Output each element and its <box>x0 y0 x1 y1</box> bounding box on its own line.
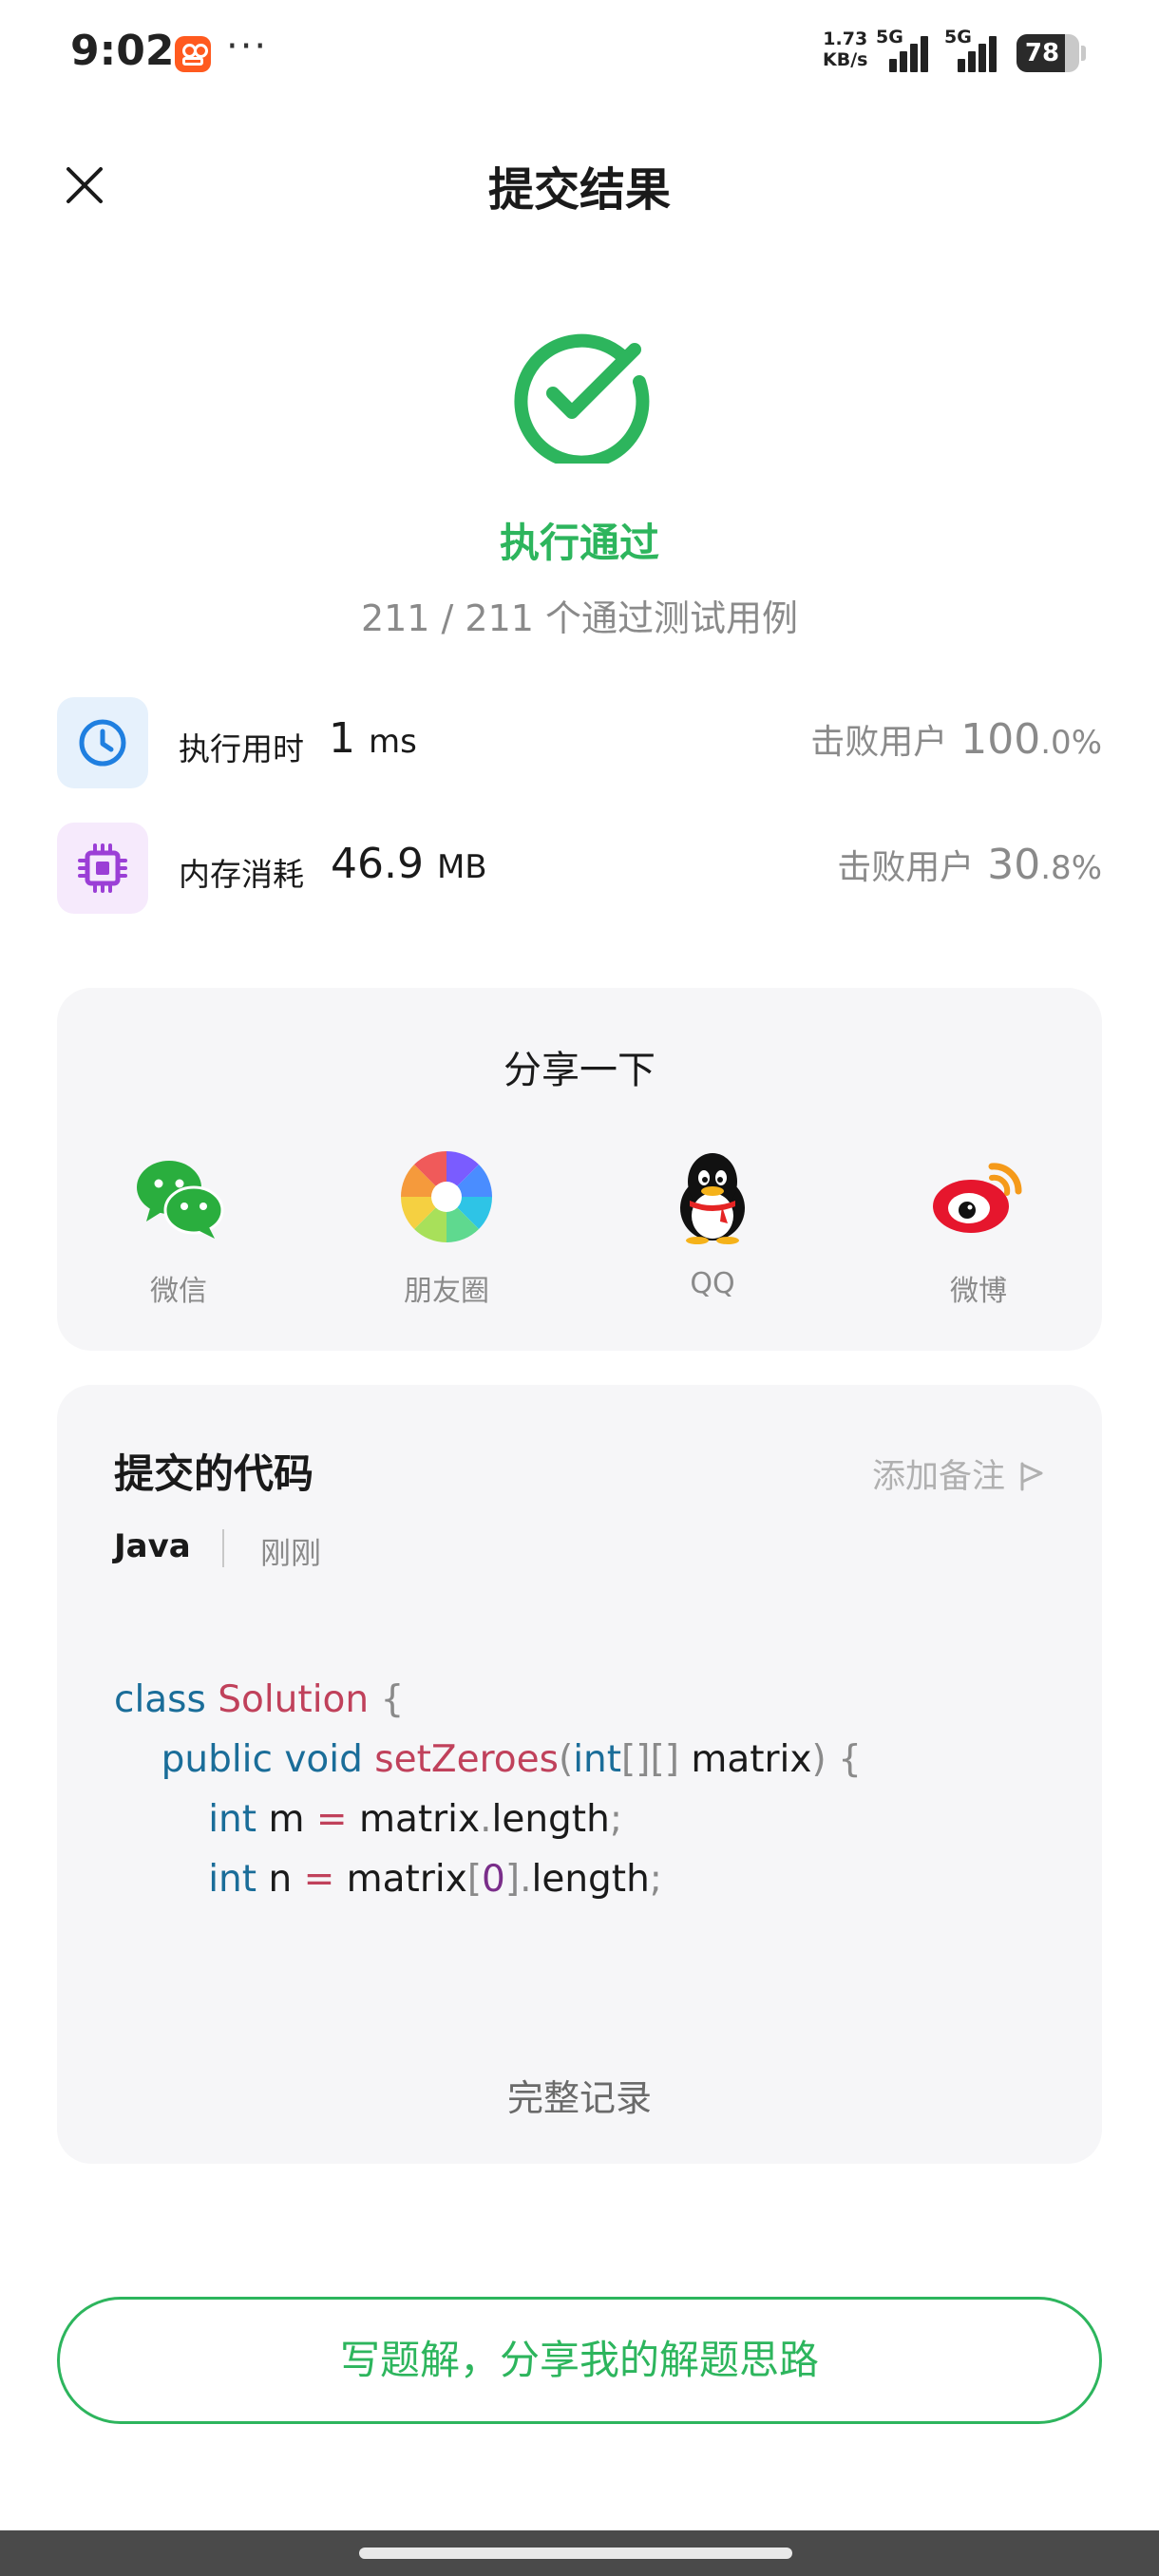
share-moments[interactable]: 朋友圈 <box>370 1149 522 1311</box>
battery-icon: 78 <box>1016 34 1079 72</box>
signal-icon-2 <box>958 34 1003 72</box>
signal-icon <box>889 34 935 72</box>
wechat-icon <box>137 1161 224 1239</box>
submitted-code-card: 提交的代码 添加备注 Java 刚刚 class Solution { publ… <box>57 1385 1102 2164</box>
moments-icon <box>400 1150 493 1243</box>
share-label-moments: 朋友圈 <box>404 1275 489 1308</box>
share-wechat[interactable]: 微信 <box>103 1149 255 1311</box>
code-language: Java <box>114 1527 191 1565</box>
status-time: 9:02 <box>70 27 175 75</box>
runtime-value: 1 ms <box>329 714 417 763</box>
network-speed: 1.73 KB/s <box>823 28 867 70</box>
battery-level: 78 <box>1024 39 1060 67</box>
runtime-label: 执行用时 <box>179 730 304 767</box>
share-title: 分享一下 <box>504 1049 656 1092</box>
write-solution-button[interactable]: 写题解，分享我的解题思路 <box>57 2297 1102 2424</box>
runtime-metric[interactable]: 执行用时 1 ms 击败用户 100.0% <box>57 697 1102 788</box>
memory-metric[interactable]: 内存消耗 46.9 MB 击败用户 30.8% <box>57 823 1102 914</box>
result-test-cases: 211 / 211 个通过测试用例 <box>360 597 799 639</box>
result-status: 执行通过 <box>499 520 659 566</box>
full-record-button[interactable]: 完整记录 <box>57 2069 1102 2121</box>
clock-icon <box>57 697 148 788</box>
share-label-wechat: 微信 <box>150 1275 207 1308</box>
runtime-beat: 击败用户 100.0% <box>810 715 1102 764</box>
network-speed-value: 1.73 <box>823 28 868 49</box>
memory-value: 46.9 MB <box>331 840 487 888</box>
notification-app-icon <box>175 36 211 72</box>
add-note-button[interactable]: 添加备注 <box>872 1449 1045 1498</box>
chip-icon <box>57 823 148 914</box>
more-notifications-icon: ··· <box>226 25 269 68</box>
success-check-icon <box>514 333 650 464</box>
share-qq[interactable]: QQ <box>636 1149 788 1311</box>
share-label-qq: QQ <box>690 1267 735 1300</box>
memory-label: 内存消耗 <box>179 856 304 893</box>
share-weibo[interactable]: 微博 <box>902 1149 1054 1311</box>
share-card: 分享一下 微信 朋友圈 QQ 微博 <box>57 988 1102 1351</box>
qq-icon <box>680 1153 745 1244</box>
page-title: 提交结果 <box>487 163 671 217</box>
memory-beat: 击败用户 30.8% <box>837 841 1102 889</box>
navigation-bar <box>0 2530 1159 2576</box>
home-indicator[interactable] <box>359 2548 792 2559</box>
flag-icon <box>1020 1462 1043 1491</box>
divider <box>222 1529 224 1567</box>
code-snippet[interactable]: class Solution { public void setZeroes(i… <box>114 1670 862 1909</box>
share-label-weibo: 微博 <box>950 1275 1007 1308</box>
status-bar: 9:02 ··· 1.73 KB/s 5G 5G 78 <box>0 0 1159 104</box>
add-note-label: 添加备注 <box>871 1458 1005 1496</box>
network-speed-unit: KB/s <box>823 49 868 70</box>
code-time: 刚刚 <box>260 1535 322 1571</box>
weibo-icon <box>933 1163 1022 1233</box>
code-title: 提交的代码 <box>114 1450 314 1497</box>
